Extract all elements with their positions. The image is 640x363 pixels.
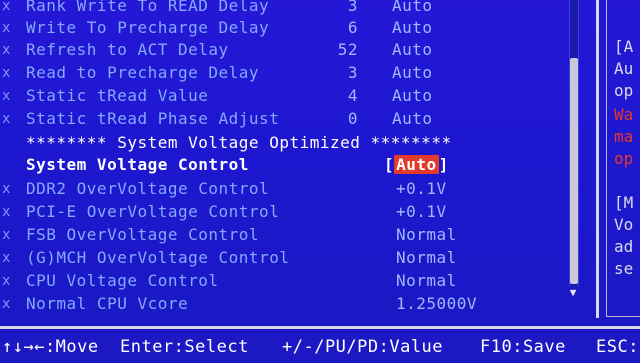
help-warning-text: op <box>614 149 634 168</box>
setting-mode: Auto <box>392 18 433 37</box>
setting-value: 0 <box>347 109 358 128</box>
disabled-x-icon: x <box>2 296 11 312</box>
setting-mode: 1.25000V <box>396 294 478 313</box>
key-hint-value: +/-/PU/PD:Value <box>282 337 444 357</box>
setting-mode: Normal <box>396 271 457 290</box>
setting-label: System Voltage Control <box>26 155 249 174</box>
setting-label: DDR2 OverVoltage Control <box>26 179 270 198</box>
key-hint-select: Enter:Select <box>120 337 249 357</box>
setting-mode: Auto <box>392 63 433 82</box>
setting-mode: Auto <box>392 0 433 15</box>
setting-label: (G)MCH OverVoltage Control <box>26 248 290 267</box>
setting-label: Rank Write To READ Delay <box>26 0 270 15</box>
setting-value: 52 <box>337 40 358 59</box>
help-text: [A <box>614 37 634 56</box>
disabled-x-icon: x <box>2 181 11 197</box>
setting-mode: Normal <box>396 248 457 267</box>
setting-label: Write To Precharge Delay <box>26 18 270 37</box>
setting-label: Refresh to ACT Delay <box>26 40 229 59</box>
setting-value: 3 <box>347 0 358 15</box>
item-help-panel: [A Au op Wa ma op [M Vo ad se <box>600 0 640 318</box>
selected-value[interactable]: Auto <box>394 155 439 174</box>
section-header: ******** System Voltage Optimized ******… <box>26 133 452 152</box>
disabled-x-icon: x <box>2 204 11 220</box>
key-help-footer: ↑↓→←:Move Enter:Select +/-/PU/PD:Value F… <box>0 326 640 363</box>
disabled-x-icon: x <box>2 20 11 36</box>
disabled-x-icon: x <box>2 111 11 127</box>
disabled-x-icon: x <box>2 42 11 58</box>
setting-label: Static tRead Value <box>26 86 209 105</box>
setting-mode: Auto <box>392 40 433 59</box>
setting-label: PCI-E OverVoltage Control <box>26 202 280 221</box>
setting-mode: Auto <box>392 86 433 105</box>
disabled-x-icon: x <box>2 65 11 81</box>
bios-screen: x Rank Write To READ Delay 3 Auto x Writ… <box>0 0 640 363</box>
setting-value: 3 <box>347 63 358 82</box>
key-hint-esc: ESC: <box>596 337 639 357</box>
settings-panel: x Rank Write To READ Delay 3 Auto x Writ… <box>0 0 596 318</box>
help-warning-text: Wa <box>614 105 634 124</box>
disabled-x-icon: x <box>2 0 11 14</box>
setting-mode: [Auto] <box>384 154 449 176</box>
scroll-thumb[interactable] <box>570 58 578 284</box>
scrollbar[interactable]: ▼ <box>566 0 580 299</box>
key-hint-move: ↑↓→←:Move <box>2 337 99 357</box>
key-hint-save: F10:Save <box>480 337 566 357</box>
help-text: op <box>614 81 634 100</box>
help-warning-text: ma <box>614 127 634 146</box>
setting-label: Normal CPU Vcore <box>26 294 189 313</box>
setting-value: 6 <box>347 18 358 37</box>
setting-mode: +0.1V <box>396 202 447 221</box>
setting-mode: Normal <box>396 225 457 244</box>
setting-mode: +0.1V <box>396 179 447 198</box>
setting-label: Static tRead Phase Adjust <box>26 109 280 128</box>
setting-value: 4 <box>347 86 358 105</box>
help-text: [M <box>614 193 634 212</box>
bracket-open: [ <box>384 155 395 174</box>
help-text: Vo <box>614 215 634 234</box>
disabled-x-icon: x <box>2 250 11 266</box>
disabled-x-icon: x <box>2 273 11 289</box>
disabled-x-icon: x <box>2 227 11 243</box>
scroll-down-arrow-icon[interactable]: ▼ <box>567 287 579 299</box>
setting-label: Read to Precharge Delay <box>26 63 260 82</box>
setting-label: FSB OverVoltage Control <box>26 225 260 244</box>
setting-label: CPU Voltage Control <box>26 271 219 290</box>
help-text: ad <box>614 237 634 256</box>
help-text: se <box>614 259 634 278</box>
setting-mode: Auto <box>392 109 433 128</box>
bracket-close: ] <box>438 155 449 174</box>
disabled-x-icon: x <box>2 88 11 104</box>
help-text: Au <box>614 59 634 78</box>
panel-divider <box>596 0 599 318</box>
